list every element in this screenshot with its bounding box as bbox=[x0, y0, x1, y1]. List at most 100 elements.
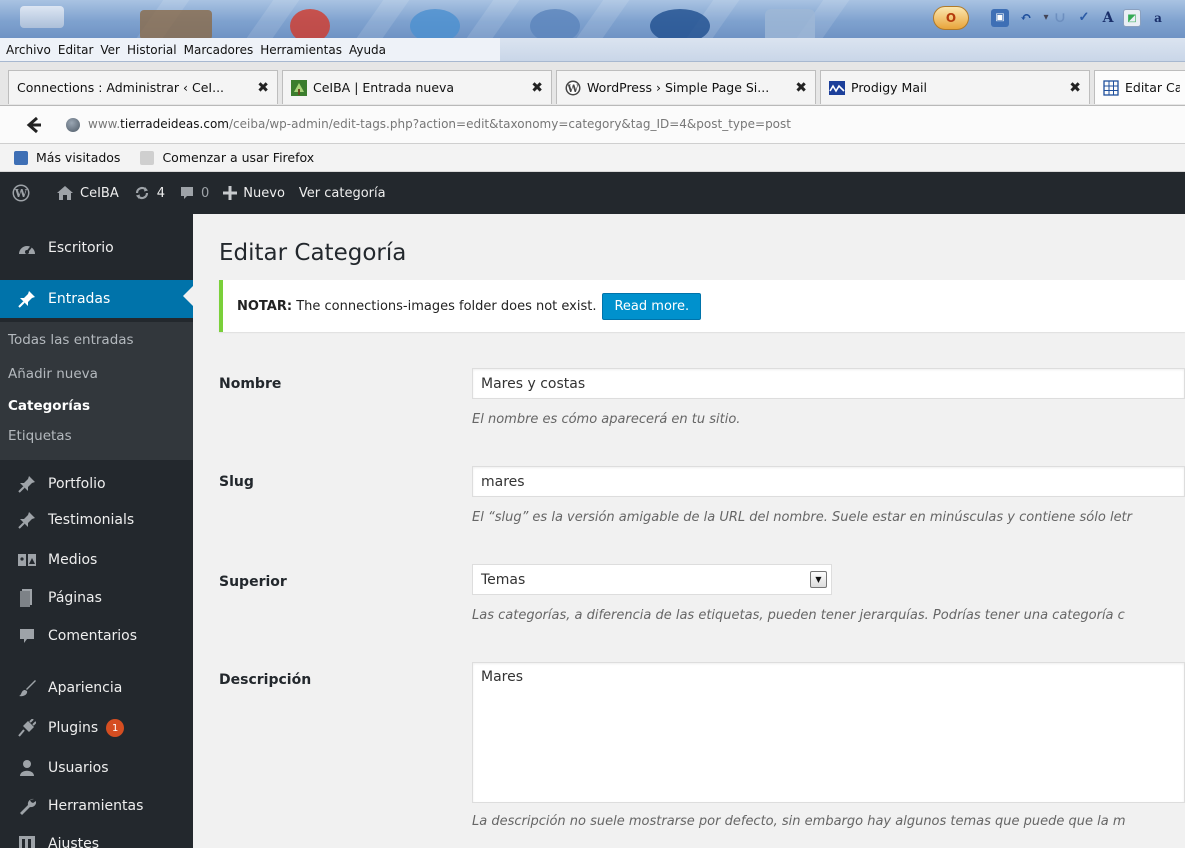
submenu-anadir-nueva[interactable]: Añadir nueva bbox=[8, 366, 98, 382]
image-icon[interactable]: ◩ bbox=[1123, 9, 1141, 27]
sidebar-item-label: Comentarios bbox=[48, 628, 138, 644]
parent-help: Las categorías, a diferencia de las etiq… bbox=[472, 608, 1125, 623]
updates-menu[interactable]: 4 bbox=[133, 184, 165, 202]
sidebar-item-apariencia[interactable]: Apariencia bbox=[0, 670, 193, 706]
wordpress-icon: W bbox=[565, 80, 581, 96]
tab-wordpress[interactable]: W WordPress › Simple Page Si... ✖ bbox=[556, 70, 816, 104]
sidebar-item-paginas[interactable]: Páginas bbox=[0, 580, 193, 616]
view-category-link[interactable]: Ver categoría bbox=[299, 186, 386, 201]
pages-icon bbox=[16, 589, 38, 607]
tab-connections[interactable]: Connections : Administrar ‹ CeI... ✖ bbox=[8, 70, 278, 104]
submenu-categorias[interactable]: Categorías bbox=[8, 398, 90, 414]
url-path: /ceiba/wp-admin/edit-tags.php?action=edi… bbox=[228, 117, 791, 131]
name-input[interactable] bbox=[472, 368, 1185, 399]
bookmarks-toolbar: Más visitados Comenzar a usar Firefox bbox=[0, 144, 1185, 172]
tab-label: Editar Ca bbox=[1125, 80, 1180, 95]
menu-ayuda[interactable]: Ayuda bbox=[349, 43, 386, 57]
redo-icon[interactable]: ∪ bbox=[1051, 9, 1069, 27]
wrench-icon bbox=[16, 797, 38, 815]
plug-icon bbox=[16, 719, 38, 737]
close-icon[interactable]: ✖ bbox=[1069, 80, 1081, 96]
name-help: El nombre es cómo aparecerá en tu sitio. bbox=[472, 412, 741, 427]
url-prefix: www. bbox=[88, 117, 121, 131]
sidebar-item-portfolio[interactable]: Portfolio bbox=[0, 466, 193, 502]
sidebar-item-herramientas[interactable]: Herramientas bbox=[0, 788, 193, 824]
menu-herramientas[interactable]: Herramientas bbox=[260, 43, 342, 57]
close-icon[interactable]: ✖ bbox=[531, 80, 543, 96]
new-content-label: Nuevo bbox=[243, 185, 285, 201]
sidebar-item-entradas[interactable]: Entradas bbox=[0, 280, 193, 318]
parent-label: Superior bbox=[219, 574, 287, 590]
tab-bar: Connections : Administrar ‹ CeI... ✖ CeI… bbox=[0, 62, 1185, 106]
current-menu-arrow bbox=[183, 286, 193, 306]
sidebar-item-label: Apariencia bbox=[48, 680, 123, 696]
plus-icon bbox=[223, 186, 238, 200]
chevron-down-icon[interactable]: ▼ bbox=[810, 571, 827, 588]
brush-icon bbox=[16, 679, 38, 697]
spelling-icon[interactable]: ✓ bbox=[1075, 9, 1093, 27]
submenu-todas-entradas[interactable]: Todas las entradas bbox=[8, 332, 134, 348]
slug-label: Slug bbox=[219, 474, 254, 490]
read-more-button[interactable]: Read more. bbox=[602, 292, 702, 320]
sidebar-item-usuarios[interactable]: Usuarios bbox=[0, 750, 193, 786]
bookmark-comenzar-firefox[interactable]: Comenzar a usar Firefox bbox=[140, 150, 314, 165]
settings-icon bbox=[16, 836, 38, 848]
sidebar-item-comentarios[interactable]: Comentarios bbox=[0, 618, 193, 654]
sidebar-item-testimonials[interactable]: Testimonials bbox=[0, 502, 193, 538]
app-logo-icon bbox=[20, 6, 64, 28]
bookmark-label: Más visitados bbox=[36, 150, 121, 165]
parent-select-value: Temas bbox=[481, 571, 526, 588]
more-icon[interactable]: a bbox=[1149, 9, 1167, 27]
site-identity-icon[interactable] bbox=[66, 118, 80, 132]
font-icon[interactable]: A bbox=[1099, 9, 1117, 27]
description-textarea[interactable]: Mares bbox=[472, 662, 1185, 803]
sidebar-item-ajustes[interactable]: Ajustes bbox=[0, 826, 193, 848]
tab-prodigy-mail[interactable]: Prodigy Mail ✖ bbox=[820, 70, 1090, 104]
sidebar-item-label: Entradas bbox=[48, 291, 111, 307]
plugins-update-badge: 1 bbox=[106, 719, 125, 737]
bookmark-page-icon bbox=[140, 150, 155, 165]
menu-editar[interactable]: Editar bbox=[58, 43, 94, 57]
close-icon[interactable]: ✖ bbox=[257, 80, 269, 96]
back-arrow-icon bbox=[26, 116, 41, 134]
taskbar-thumbnail-icon bbox=[140, 10, 212, 38]
new-content-menu[interactable]: Nuevo bbox=[223, 186, 285, 201]
comment-icon bbox=[16, 628, 38, 644]
description-help: La descripción no suele mostrarse por de… bbox=[472, 814, 1126, 829]
site-name-menu[interactable]: CeIBA bbox=[56, 185, 119, 201]
admin-notice: NOTAR: The connections-images folder doe… bbox=[219, 280, 1185, 332]
save-icon[interactable]: ▣ bbox=[991, 9, 1009, 27]
updates-icon bbox=[135, 186, 148, 200]
wp-logo-menu[interactable]: W bbox=[12, 184, 36, 202]
undo-icon[interactable]: ↶ bbox=[1017, 9, 1035, 27]
tab-entrada-nueva[interactable]: CeIBA | Entrada nueva ✖ bbox=[282, 70, 552, 104]
prodigy-mail-icon bbox=[829, 80, 845, 96]
notice-text: The connections-images folder does not e… bbox=[296, 298, 597, 314]
bookmark-folder-icon bbox=[14, 150, 28, 165]
menu-archivo[interactable]: Archivo bbox=[6, 43, 51, 57]
users-icon bbox=[16, 759, 38, 777]
close-icon[interactable]: ✖ bbox=[795, 80, 807, 96]
submenu-etiquetas[interactable]: Etiquetas bbox=[8, 428, 72, 444]
menu-marcadores[interactable]: Marcadores bbox=[184, 43, 254, 57]
url-bar[interactable]: www.tierradeideas.com/ceiba/wp-admin/edi… bbox=[88, 117, 791, 131]
description-label: Descripción bbox=[219, 672, 312, 688]
slug-input[interactable] bbox=[472, 466, 1185, 497]
svg-text:W: W bbox=[14, 187, 28, 200]
parent-select[interactable]: Temas ▼ bbox=[472, 564, 832, 595]
taskbar-app-icon bbox=[290, 9, 330, 38]
wp-admin-bar: W CeIBA 4 0 Nuevo Ver categoría bbox=[0, 172, 1185, 214]
menu-ver[interactable]: Ver bbox=[100, 43, 120, 57]
office-button-icon[interactable]: O bbox=[933, 6, 969, 30]
menu-historial[interactable]: Historial bbox=[127, 43, 177, 57]
url-domain: tierradeideas.com bbox=[120, 117, 229, 131]
pin-icon bbox=[16, 511, 38, 529]
sidebar-item-plugins[interactable]: Plugins 1 bbox=[0, 710, 193, 746]
back-button[interactable] bbox=[22, 114, 44, 136]
sidebar-item-escritorio[interactable]: Escritorio bbox=[0, 230, 193, 266]
bookmark-mas-visitados[interactable]: Más visitados bbox=[14, 150, 120, 165]
tab-label: WordPress › Simple Page Si... bbox=[587, 80, 770, 95]
comments-menu[interactable]: 0 bbox=[179, 185, 209, 201]
tab-editar-categoria[interactable]: Editar Ca bbox=[1094, 70, 1185, 104]
sidebar-item-medios[interactable]: Medios bbox=[0, 542, 193, 578]
